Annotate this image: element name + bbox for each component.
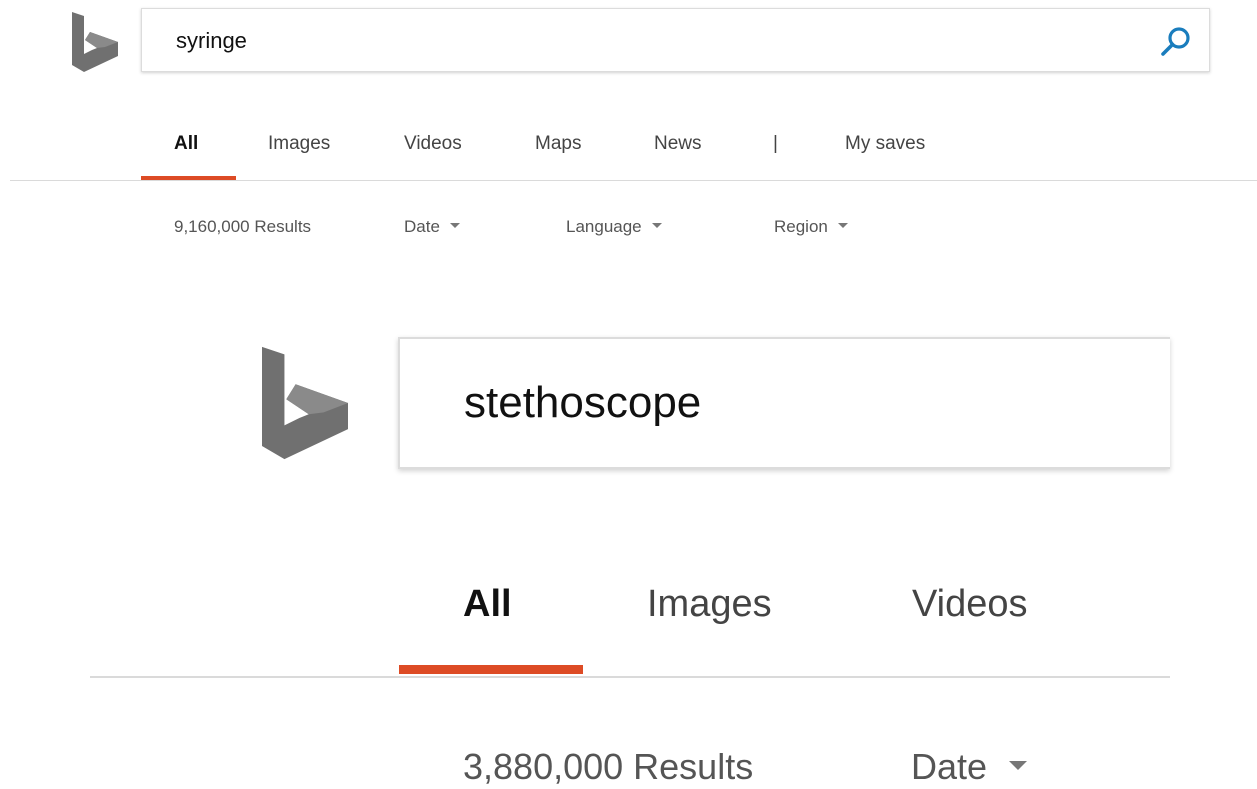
tab-all[interactable]: All: [174, 133, 198, 155]
language-filter-label: Language: [566, 217, 642, 236]
date-filter[interactable]: Date: [404, 217, 460, 237]
divider-zoomed: [90, 676, 1170, 678]
tab-videos-zoomed[interactable]: Videos: [912, 583, 1028, 626]
search-input[interactable]: syringe: [176, 9, 247, 73]
caret-down-icon: [837, 223, 848, 229]
tab-maps[interactable]: Maps: [535, 133, 581, 155]
caret-down-icon: [651, 223, 662, 229]
region-filter-label: Region: [774, 217, 828, 236]
active-tab-indicator-zoomed: [399, 665, 583, 674]
divider: [10, 180, 1257, 181]
tab-videos[interactable]: Videos: [404, 133, 462, 155]
caret-down-icon: [1009, 760, 1028, 770]
language-filter[interactable]: Language: [566, 217, 662, 237]
tab-my-saves[interactable]: My saves: [845, 133, 925, 155]
date-filter-label: Date: [404, 217, 440, 236]
results-count: 9,160,000 Results: [174, 217, 312, 236]
search-bar-zoomed[interactable]: stethoscope: [398, 337, 1170, 469]
search-input-zoomed[interactable]: stethoscope: [464, 339, 701, 467]
results-count-zoomed: 3,880,000 Results: [463, 746, 754, 787]
search-icon[interactable]: [1159, 25, 1193, 59]
caret-down-icon: [449, 223, 460, 229]
bing-logo-icon[interactable]: [72, 12, 118, 72]
tab-all-zoomed[interactable]: All: [463, 583, 512, 626]
tab-images[interactable]: Images: [268, 133, 330, 155]
tab-separator: |: [773, 133, 778, 154]
tab-images-zoomed[interactable]: Images: [647, 583, 772, 626]
bing-logo-icon[interactable]: [262, 344, 348, 462]
region-filter[interactable]: Region: [774, 217, 848, 237]
date-filter-zoomed[interactable]: Date: [911, 746, 1028, 788]
date-filter-label-zoomed: Date: [911, 746, 988, 787]
tab-news[interactable]: News: [654, 133, 702, 155]
search-bar[interactable]: syringe: [141, 8, 1210, 72]
